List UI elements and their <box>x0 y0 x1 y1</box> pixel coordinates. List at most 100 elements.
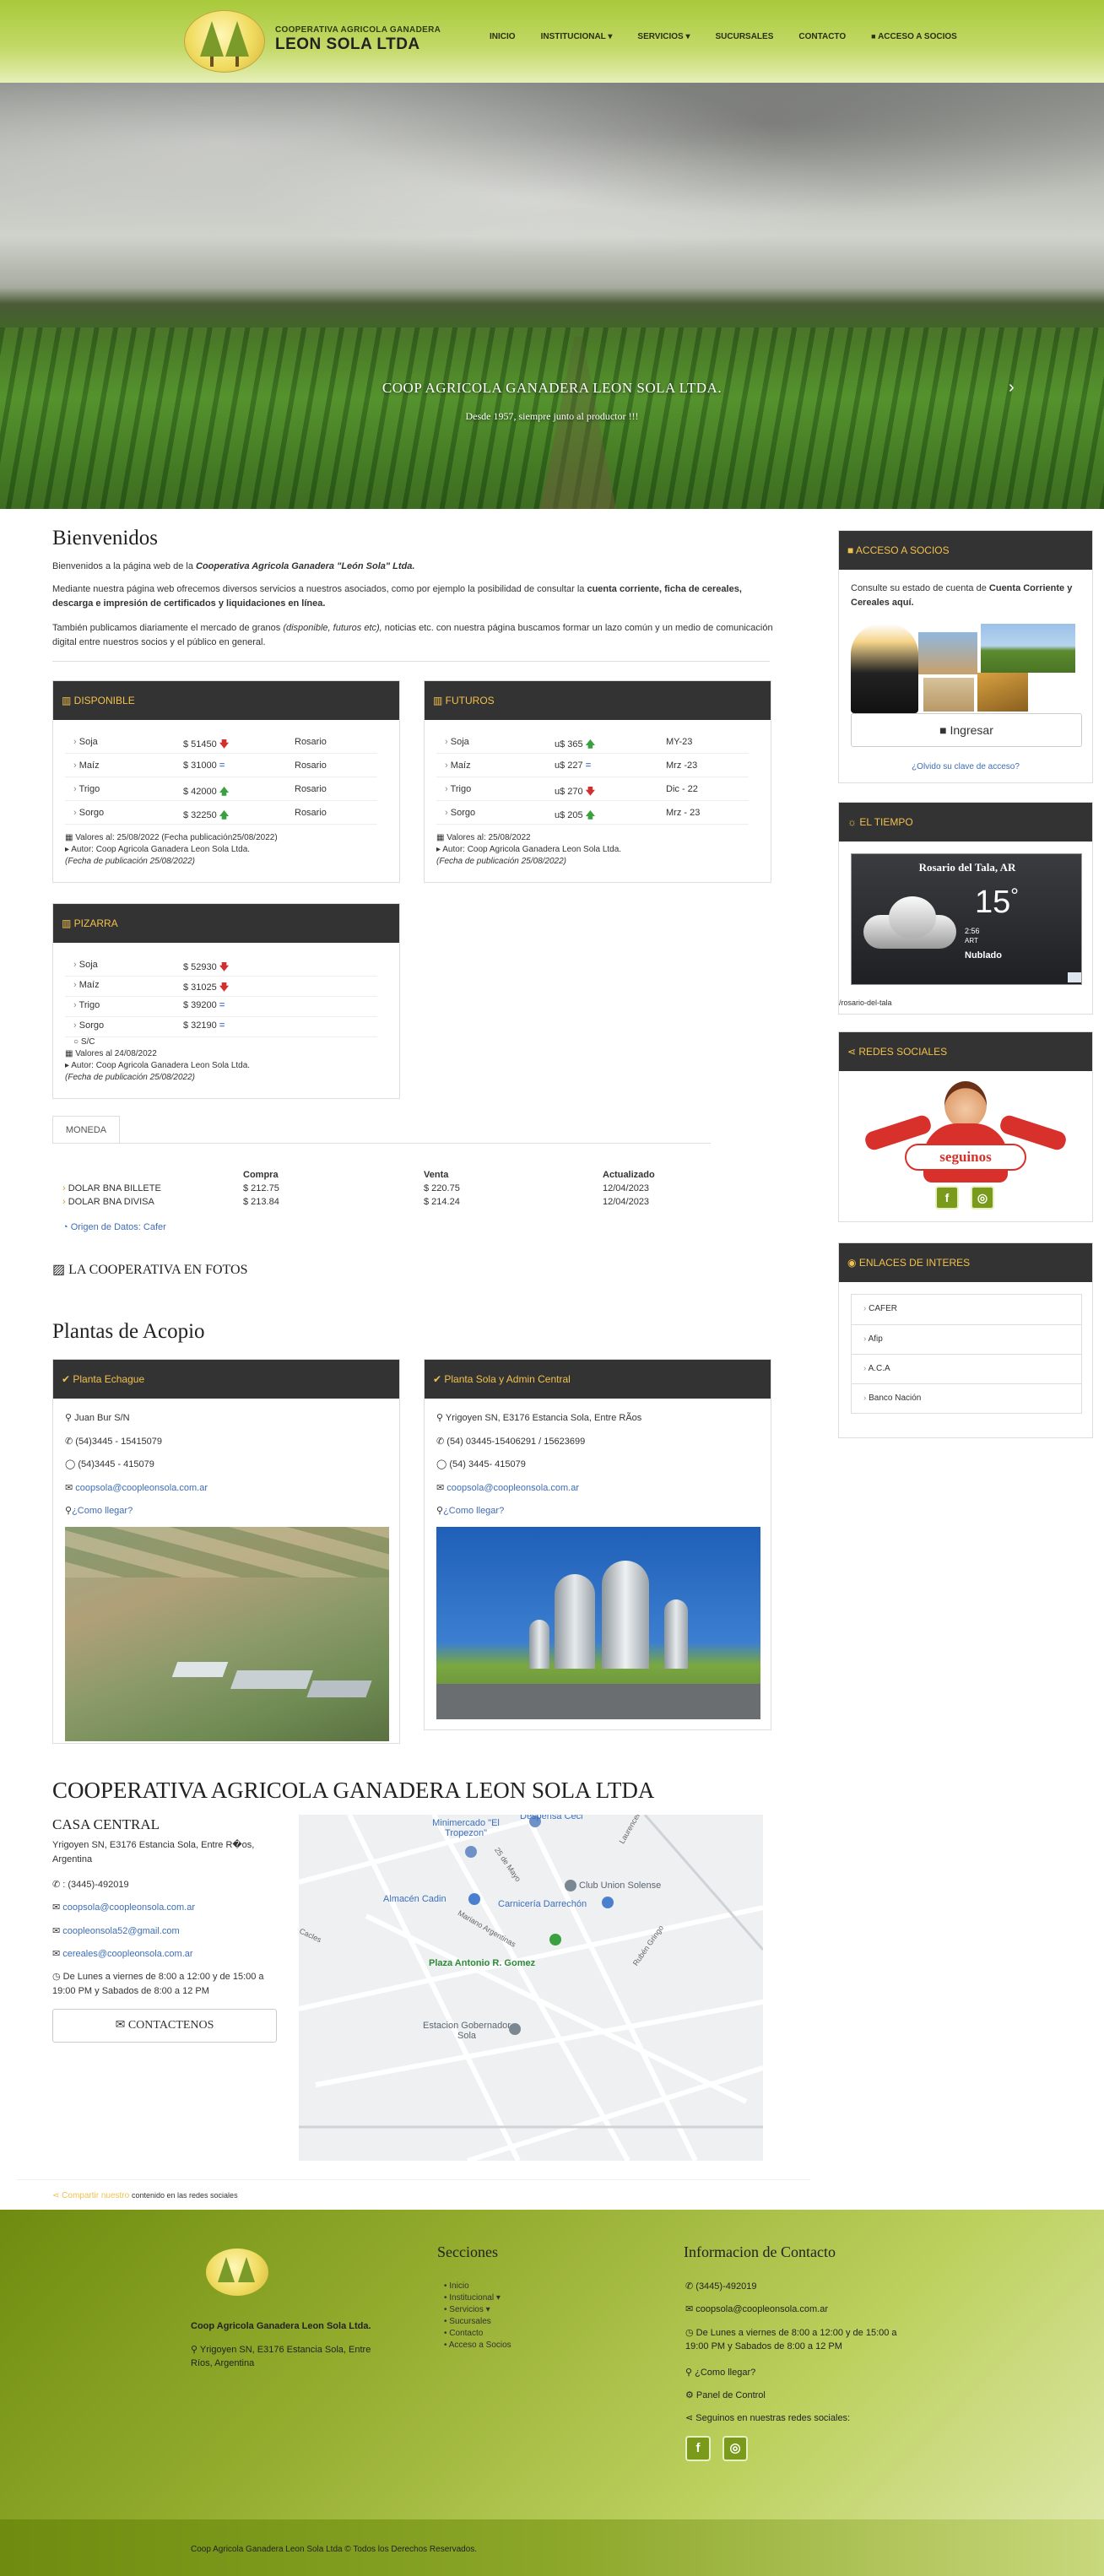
map-embed[interactable]: Minimercado "El Tropezon" Despensa Ceci … <box>299 1815 763 2161</box>
contacto-email-1: ✉ coopsola@coopleonsola.com.ar <box>52 1902 195 1913</box>
planta-email-link[interactable]: coopsola@coopleonsola.com.ar <box>446 1483 579 1493</box>
enlaces-list: › CAFER › Afip › A.C.A › Banco Nación <box>851 1294 1082 1414</box>
share-link[interactable]: Compartir nuestro <box>62 2191 129 2200</box>
footer-seccion-link[interactable]: • Servicios ▾ <box>444 2304 511 2316</box>
forgot-password-link[interactable]: ¿Olvido su clave de acceso? <box>839 762 1092 771</box>
nav-acceso-socios[interactable]: ■ ACCESO A SOCIOS <box>871 32 957 41</box>
photo-shed-3 <box>306 1680 372 1697</box>
footer-contact-heading: Informacion de Contacto <box>684 2243 836 2260</box>
footer-seccion-link[interactable]: • Acceso a Socios <box>444 2340 511 2351</box>
quote-price: $ 52930 🡇 <box>183 960 229 976</box>
disponible-date: ▦ Valores al: 25/08/2022 (Fecha publicac… <box>65 833 278 842</box>
phone-icon: ✆ <box>65 1437 76 1447</box>
footer-seccion-link[interactable]: • Contacto <box>444 2328 511 2340</box>
quote-price-text: $ 31000 <box>183 760 217 771</box>
tab-moneda[interactable]: MONEDA <box>52 1116 120 1144</box>
trend-down-icon: 🡇 <box>585 787 596 797</box>
contacto-address: Yrigoyen SN, E3176 Estancia Sola, Entre … <box>52 1840 255 1864</box>
footer-logo[interactable] <box>206 2249 268 2296</box>
brand-title[interactable]: LEON SOLA LTDA <box>275 35 420 54</box>
futuros-author-text: Autor: Coop Agricola Ganadera Leon Sola … <box>442 845 622 854</box>
footer-email: ✉ coopsola@coopleonsola.com.ar <box>685 2303 828 2314</box>
map-pin[interactable] <box>565 1880 576 1891</box>
quote-place: Rosario <box>295 784 327 794</box>
footer-facebook-icon[interactable]: f <box>685 2436 711 2461</box>
planta-email-link[interactable]: coopsola@coopleonsola.com.ar <box>75 1483 208 1493</box>
footer-seccion-link[interactable]: • Inicio <box>444 2281 511 2292</box>
nav-institucional[interactable]: INSTITUCIONAL ▾ <box>541 32 613 41</box>
footer-panel-link[interactable]: Panel de Control <box>696 2390 766 2400</box>
nav-inicio[interactable]: INICIO <box>490 32 516 41</box>
futuros-author: ▸ Autor: Coop Agricola Ganadera Leon Sol… <box>436 845 622 854</box>
trend-down-icon: 🡇 <box>219 962 230 972</box>
map-label-despensa: Despensa Ceci <box>520 1815 583 1821</box>
nav-servicios[interactable]: SERVICIOS ▾ <box>637 32 690 41</box>
nav-contacto[interactable]: CONTACTO <box>798 32 846 41</box>
map-pin[interactable] <box>549 1934 561 1946</box>
quote-price-text: u$ 365 <box>555 739 583 750</box>
photo-tile-1 <box>918 632 977 674</box>
acceso-panel: ■ ACCESO A SOCIOS Consulte su estado de … <box>838 530 1093 783</box>
coop-logo[interactable] <box>184 10 265 73</box>
weather-badge-icon[interactable] <box>1068 972 1081 982</box>
quote-divider <box>65 800 377 801</box>
planta-title: Planta Sola y Admin Central <box>444 1373 571 1385</box>
planta-howto: ⚲¿Como llegar? <box>65 1505 133 1516</box>
footer-seccion-link[interactable]: • Sucursales <box>444 2316 511 2328</box>
contacto-hours: ◷ De Lunes a viernes de 8:00 a 12:00 y d… <box>52 1970 280 1999</box>
ingresar-label: Ingresar <box>950 723 993 737</box>
nav-acceso-label: ACCESO A SOCIOS <box>878 32 957 41</box>
footer-seccion-link[interactable]: • Institucional ▾ <box>444 2292 511 2304</box>
pizarra-author-text: Autor: Coop Agricola Ganadera Leon Sola … <box>71 1061 251 1070</box>
quote-name-text: Sorgo <box>78 1020 105 1031</box>
cloud-puff <box>889 896 936 939</box>
map-label-club: Club Union Solense <box>579 1881 662 1891</box>
planta-howto-link[interactable]: ¿Como llegar? <box>443 1506 504 1516</box>
footer-instagram-icon[interactable]: ◎ <box>722 2436 748 2461</box>
contacto-email-2: ✉ coopleonsola52@gmail.com <box>52 1925 180 1936</box>
map-pin[interactable] <box>465 1846 477 1858</box>
moneda-source-link[interactable]: ◔ Origen de Datos: Cafer <box>62 1222 166 1232</box>
footer-follow-text: Seguinos en nuestras redes sociales: <box>695 2413 851 2423</box>
welcome-heading: Bienvenidos <box>52 527 158 549</box>
enlace-item[interactable]: › Afip <box>852 1324 1081 1354</box>
contacto-email-link[interactable]: cereales@coopleonsola.com.ar <box>62 1949 192 1959</box>
casa-central-heading: CASA CENTRAL <box>52 1816 160 1832</box>
nav-sucursales[interactable]: SUCURSALES <box>715 32 773 41</box>
facebook-icon[interactable]: f <box>935 1186 959 1210</box>
enlace-item[interactable]: › Banco Nación <box>852 1383 1081 1413</box>
map-pin[interactable] <box>468 1893 480 1905</box>
footer-seccion-label: Acceso a Socios <box>448 2341 511 2350</box>
weather-widget[interactable]: Rosario del Tala, AR 15° 2:56 ART Nublad… <box>851 853 1082 985</box>
planta-whatsapp: ◯ (54)3445 - 415079 <box>65 1458 154 1469</box>
footer-email-link[interactable]: coopsola@coopleonsola.com.ar <box>695 2304 828 2314</box>
planta-email: ✉ coopsola@coopleonsola.com.ar <box>436 1482 579 1493</box>
quote-name: › Sorgo <box>73 808 105 818</box>
ingresar-button[interactable]: ■ Ingresar <box>851 713 1082 747</box>
planta-address-text: Yrigoyen SN, E3176 Estancia Sola, Entre … <box>445 1413 642 1423</box>
footer-seccion-label: Contacto <box>449 2329 484 2338</box>
moneda-fecha: 12/04/2023 <box>603 1197 650 1207</box>
quote-name-text: Sorgo <box>450 808 476 818</box>
contacto-email-link[interactable]: coopsola@coopleonsola.com.ar <box>62 1902 195 1913</box>
map-pin[interactable] <box>602 1897 614 1908</box>
quote-price-text: $ 51450 <box>183 739 217 750</box>
quote-divider <box>436 753 749 754</box>
enlace-item[interactable]: › CAFER <box>852 1295 1081 1324</box>
footer-howto-link[interactable]: ¿Como llegar? <box>695 2368 755 2378</box>
quote-price-text: $ 32190 <box>183 1020 217 1031</box>
carousel-next-icon[interactable]: › <box>1009 378 1015 398</box>
instagram-icon[interactable]: ◎ <box>971 1186 994 1210</box>
contactenos-button[interactable]: ✉ CONTACTENOS <box>52 2009 277 2043</box>
quote-name-text: Maíz <box>450 760 471 771</box>
redes-title: REDES SOCIALES <box>858 1046 948 1058</box>
share-icon: ⋖ <box>685 2413 696 2423</box>
share-line: ⋖ Compartir nuestro contenido en las red… <box>52 2191 238 2200</box>
planta-howto-link[interactable]: ¿Como llegar? <box>72 1506 133 1516</box>
map-marker-icon: ⚲ <box>191 2345 200 2355</box>
enlaces-header: ◉ ENLACES DE INTERES <box>839 1243 1092 1282</box>
weather-tz: ART <box>965 937 978 944</box>
enlace-item[interactable]: › A.C.A <box>852 1354 1081 1383</box>
footer-howto: ⚲ ¿Como llegar? <box>685 2367 755 2378</box>
contacto-email-link[interactable]: coopleonsola52@gmail.com <box>62 1926 179 1936</box>
